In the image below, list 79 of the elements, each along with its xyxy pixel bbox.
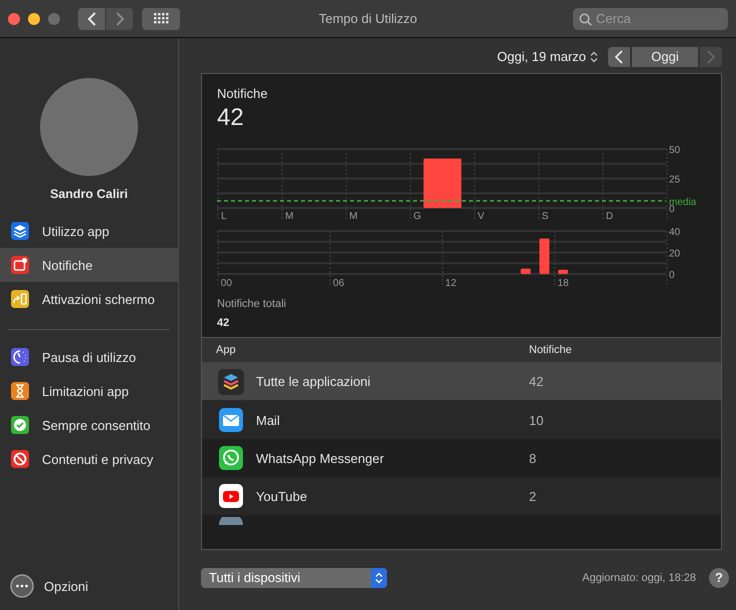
column-header[interactable]: Notifiche <box>529 344 572 356</box>
axis-label: 12 <box>445 278 456 289</box>
show-all-button[interactable] <box>142 8 180 30</box>
grid-icon <box>154 13 168 24</box>
axis-label: M <box>285 211 294 222</box>
y-tick-label: 20 <box>669 248 680 260</box>
layers-icon <box>11 222 29 240</box>
table-row[interactable]: Tutte le applicazioni 42 <box>202 363 721 401</box>
check-badge-icon <box>11 416 29 434</box>
notification-icon <box>11 256 29 274</box>
app-name: YouTube <box>256 488 308 504</box>
play-icon <box>218 483 244 509</box>
up-down-chevron-icon <box>375 572 383 584</box>
date-picker[interactable]: Oggi, 19 marzo <box>497 49 598 64</box>
axis-label: S <box>542 211 548 222</box>
arrow-to-phone-icon <box>11 290 29 308</box>
summary-value: 42 <box>217 104 245 132</box>
notification-count: 2 <box>529 488 536 504</box>
back-button[interactable] <box>78 8 105 30</box>
chart-bar <box>520 268 531 274</box>
sidebar-item[interactable]: Limitazioni app <box>0 374 178 408</box>
layers-icon <box>218 368 244 394</box>
chevron-left-icon <box>615 50 623 64</box>
axis-label: 00 <box>220 278 232 289</box>
y-tick-label: 0 <box>669 204 675 215</box>
hourglass-icon <box>11 382 29 400</box>
window-title: Tempo di Utilizzo <box>318 11 418 26</box>
sidebar-item[interactable]: Notifiche <box>0 248 178 282</box>
chart-bar <box>424 158 462 208</box>
axis-label: L <box>221 211 227 222</box>
app-name: Mail <box>256 412 281 428</box>
table-row[interactable]: YouTube 2 <box>202 477 721 515</box>
total-label: Notifiche totali <box>217 298 288 310</box>
axis-label: G <box>413 211 422 222</box>
column-header[interactable]: App <box>216 344 529 356</box>
sidebar-item[interactable]: Utilizzo app <box>0 214 178 248</box>
app-name: WhatsApp Messenger <box>256 450 385 466</box>
axis-label: D <box>606 211 614 222</box>
device-popup[interactable]: Tutti i dispositivi <box>201 568 387 588</box>
today-button[interactable]: Oggi <box>632 46 698 66</box>
sidebar-item[interactable]: Sempre consentito <box>0 408 178 442</box>
options-button[interactable]: Opzioni <box>0 574 178 598</box>
chevron-right-icon <box>707 50 715 64</box>
up-down-chevron-icon <box>590 50 598 62</box>
axis-label: M <box>349 211 358 222</box>
close-button[interactable] <box>8 12 20 24</box>
y-tick-label: 25 <box>669 174 680 186</box>
last-updated-text: Aggiornato: oggi, 18:28 <box>582 572 696 584</box>
search-field[interactable]: Cerca <box>573 8 728 30</box>
user-name: Sandro Caliri <box>49 187 129 201</box>
sidebar-item[interactable]: Contenuti e privacy <box>0 442 178 476</box>
table-row[interactable]: Mail 10 <box>202 401 721 439</box>
summary-title: Notifiche <box>217 86 269 101</box>
axis-label: 18 <box>558 278 569 289</box>
chevron-right-icon <box>114 12 124 26</box>
y-tick-label: 0 <box>669 270 675 281</box>
chevron-left-icon <box>86 12 96 26</box>
chat-bubble-icon <box>218 445 244 471</box>
previous-day-button[interactable] <box>608 46 630 66</box>
clock-moon-icon <box>11 348 29 366</box>
more-icon <box>10 574 34 598</box>
app-icon <box>218 517 244 525</box>
y-tick-label: 40 <box>669 227 680 238</box>
sidebar-item[interactable]: Attivazioni schermo <box>0 282 178 316</box>
app-name: Tutte le applicazioni <box>256 374 372 389</box>
sidebar-item[interactable]: Pausa di utilizzo <box>0 340 178 374</box>
chart-bar <box>558 270 568 274</box>
axis-label: V <box>478 211 484 222</box>
total-value: 42 <box>217 317 230 329</box>
minimize-button[interactable] <box>28 12 40 24</box>
notification-count: 10 <box>529 412 544 428</box>
notification-count: 42 <box>529 374 544 389</box>
y-tick-label: 50 <box>669 145 680 156</box>
envelope-icon <box>218 407 244 433</box>
help-button[interactable]: ? <box>709 568 729 588</box>
prohibited-icon <box>11 450 29 468</box>
chart-bar <box>539 238 550 274</box>
axis-label: 06 <box>333 278 344 289</box>
notification-count: 8 <box>529 450 536 466</box>
